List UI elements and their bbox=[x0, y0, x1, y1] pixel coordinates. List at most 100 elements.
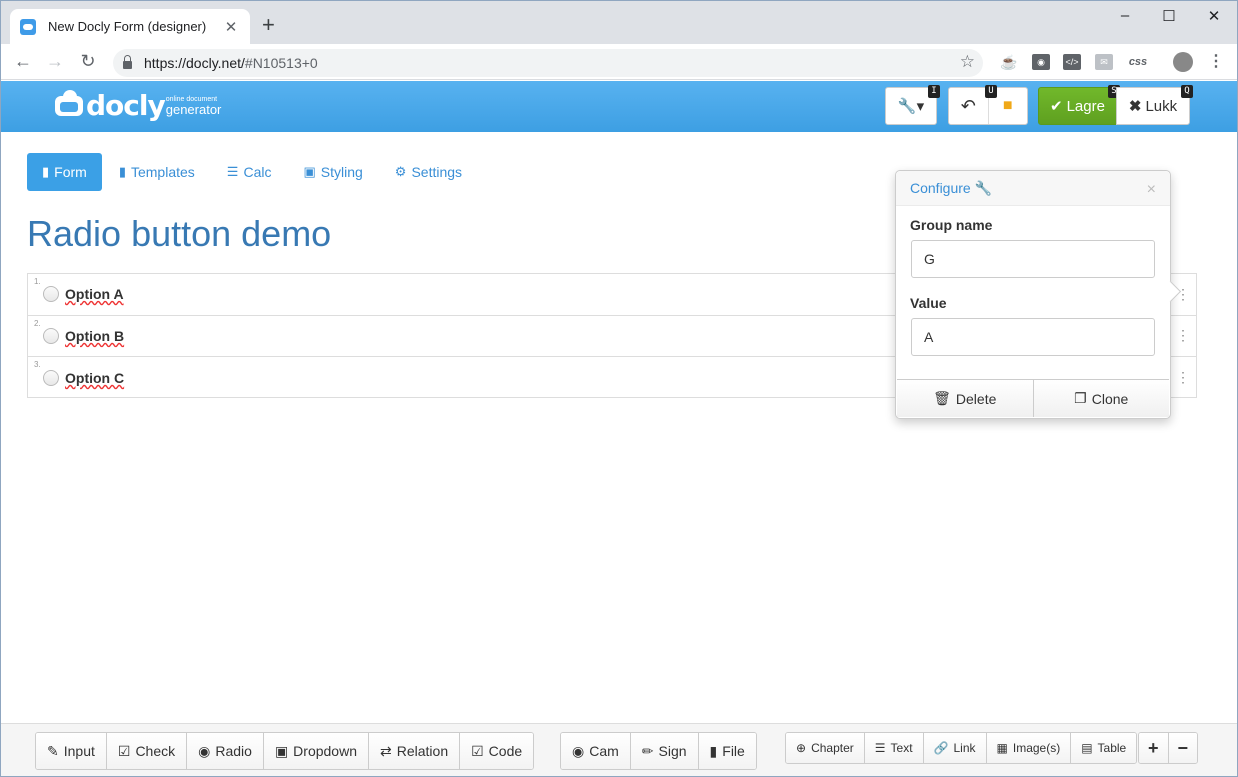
camera-icon: ◉ bbox=[572, 742, 585, 759]
add-table-button[interactable]: ▤ Table bbox=[1070, 733, 1137, 763]
close-button[interactable]: ✖ Lukk Q bbox=[1116, 85, 1193, 125]
link-icon: 🔗 bbox=[933, 741, 949, 755]
popover-title: Configure bbox=[910, 180, 971, 196]
wrench-icon: 🔧▾ bbox=[897, 98, 925, 115]
add-file-button[interactable]: ▮ File bbox=[697, 733, 756, 769]
add-dropdown-button[interactable]: ▣ Dropdown bbox=[262, 733, 368, 769]
tab-form[interactable]: ▮ Form bbox=[27, 153, 102, 191]
zoom-in-button[interactable]: + bbox=[1139, 733, 1168, 763]
button-label: Code bbox=[488, 743, 523, 759]
shortcut-badge: I bbox=[928, 85, 940, 98]
close-label: Lukk bbox=[1145, 97, 1178, 115]
forward-icon[interactable]: → bbox=[44, 51, 66, 71]
message-ext-icon[interactable]: ✉ bbox=[1095, 54, 1113, 70]
tab-settings[interactable]: ⚙ Settings bbox=[380, 153, 477, 191]
cloud-logo-icon bbox=[55, 90, 83, 116]
close-x-icon: ✖ bbox=[1128, 98, 1142, 115]
add-link-button[interactable]: 🔗 Link bbox=[922, 733, 986, 763]
save-button[interactable]: ✔ Lagre S bbox=[1038, 85, 1120, 125]
row-menu-icon[interactable]: ⋮ bbox=[1169, 357, 1196, 399]
book-icon: ▮ bbox=[118, 164, 126, 179]
tab-styling[interactable]: ▣ Styling bbox=[288, 153, 377, 191]
add-images-button[interactable]: ▦ Image(s) bbox=[985, 733, 1071, 763]
camera-ext-icon[interactable]: ◉ bbox=[1032, 54, 1050, 70]
designer-tabs: ▮ Form ▮ Templates ☰ Calc ▣ Styling ⚙ Se… bbox=[27, 153, 479, 191]
structure-group: ⊕ Chapter ☰ Text 🔗 Link ▦ Image(s) ▤ Table bbox=[785, 732, 1138, 764]
add-code-button[interactable]: ☑ Code bbox=[459, 733, 534, 769]
docly-logo[interactable]: docly online document generator bbox=[55, 90, 222, 120]
media-group: ◉ Cam ✏ Sign ▮ File bbox=[560, 732, 757, 770]
browser-window: New Docly Form (designer) ✕ + – ☐ ✕ ← → … bbox=[0, 0, 1238, 777]
edit-icon: ☑ bbox=[471, 742, 484, 759]
add-cam-button[interactable]: ◉ Cam bbox=[561, 733, 630, 769]
button-label: Link bbox=[953, 741, 976, 755]
window-close-icon[interactable]: ✕ bbox=[1204, 7, 1224, 25]
logo-tagline-2: generator bbox=[165, 102, 222, 117]
button-label: Image(s) bbox=[1012, 741, 1061, 755]
value-input[interactable] bbox=[911, 318, 1155, 356]
gear-icon: ⚙ bbox=[394, 164, 407, 179]
dropdown-icon: ▣ bbox=[274, 742, 289, 759]
docly-favicon-icon bbox=[20, 18, 36, 35]
code-ext-icon[interactable]: </> bbox=[1063, 54, 1081, 70]
button-label: Dropdown bbox=[293, 743, 357, 759]
add-sign-button[interactable]: ✏ Sign bbox=[629, 733, 698, 769]
align-icon: ☰ bbox=[874, 741, 886, 755]
zoom-out-button[interactable]: − bbox=[1167, 733, 1198, 763]
bottom-toolbar: ✎ Input ☑ Check ◉ Radio ▣ Dropdown ⇄ Relation… bbox=[1, 723, 1237, 776]
css-ext-icon[interactable]: css bbox=[1125, 54, 1151, 70]
radio-label[interactable]: Option C bbox=[65, 370, 124, 386]
add-chapter-button[interactable]: ⊕ Chapter bbox=[786, 733, 864, 763]
radio-label[interactable]: Option B bbox=[65, 328, 124, 344]
ext-cup-icon[interactable]: ☕ bbox=[1000, 54, 1018, 70]
browser-tab[interactable]: New Docly Form (designer) ✕ bbox=[10, 9, 250, 44]
row-number: 1. bbox=[34, 277, 41, 286]
undo-button[interactable]: ↶ bbox=[949, 88, 989, 124]
row-number: 3. bbox=[34, 360, 41, 370]
edit-icon: ✎ bbox=[47, 742, 59, 759]
profile-avatar[interactable] bbox=[1173, 52, 1193, 72]
browser-menu-icon[interactable]: ⋮ bbox=[1207, 54, 1225, 70]
tab-label: Templates bbox=[130, 164, 195, 180]
button-label: Chapter bbox=[811, 741, 854, 755]
pencil-icon: ✏ bbox=[641, 742, 654, 759]
back-icon[interactable]: ← bbox=[12, 51, 34, 71]
tab-label: Calc bbox=[243, 164, 272, 180]
button-label: Check bbox=[135, 743, 176, 759]
grid-icon: ▦ bbox=[996, 741, 1008, 755]
reload-icon[interactable]: ↻ bbox=[77, 51, 99, 71]
table-icon: ▤ bbox=[1081, 741, 1093, 755]
add-radio-button[interactable]: ◉ Radio bbox=[186, 733, 263, 769]
tab-close-icon[interactable]: ✕ bbox=[222, 18, 240, 36]
tab-strip: New Docly Form (designer) ✕ + – ☐ ✕ bbox=[1, 1, 1237, 44]
lock-icon bbox=[123, 55, 132, 69]
add-check-button[interactable]: ☑ Check bbox=[105, 733, 187, 769]
popover-close-icon[interactable]: × bbox=[1147, 181, 1156, 199]
picture-icon: ▣ bbox=[303, 164, 316, 179]
group-name-input[interactable] bbox=[911, 240, 1155, 278]
radio-label[interactable]: Option A bbox=[65, 286, 124, 302]
radio-button[interactable] bbox=[43, 286, 59, 303]
clone-button[interactable]: ❐ Clone bbox=[1032, 380, 1169, 417]
row-menu-icon[interactable]: ⋮ bbox=[1169, 315, 1196, 357]
add-relation-button[interactable]: ⇄ Relation bbox=[368, 733, 460, 769]
add-input-button[interactable]: ✎ Input bbox=[36, 733, 106, 769]
tab-label: Styling bbox=[320, 164, 363, 180]
radio-button[interactable] bbox=[43, 369, 59, 386]
delete-button[interactable]: 🗑 Delete bbox=[897, 380, 1033, 417]
tab-templates[interactable]: ▮ Templates bbox=[104, 153, 210, 191]
address-bar[interactable]: https://docly.net/ #N10513+0 ☆ bbox=[113, 49, 983, 77]
logo-tagline: online document generator bbox=[166, 96, 222, 116]
url-path: #N10513+0 bbox=[244, 55, 318, 71]
add-text-button[interactable]: ☰ Text bbox=[863, 733, 923, 763]
bookmark-star-icon[interactable]: ☆ bbox=[960, 52, 975, 72]
radio-button[interactable] bbox=[43, 327, 59, 344]
tools-dropdown-button[interactable]: 🔧▾ I bbox=[885, 85, 940, 125]
new-tab-button[interactable]: + bbox=[262, 14, 275, 36]
copy-icon: ❐ bbox=[1074, 390, 1087, 406]
tab-calc[interactable]: ☰ Calc bbox=[212, 153, 287, 191]
wrench-icon: 🔧 bbox=[974, 179, 993, 196]
maximize-icon[interactable]: ☐ bbox=[1159, 7, 1179, 25]
minimize-icon[interactable]: – bbox=[1115, 7, 1135, 24]
page-title[interactable]: Radio button demo bbox=[27, 213, 331, 255]
